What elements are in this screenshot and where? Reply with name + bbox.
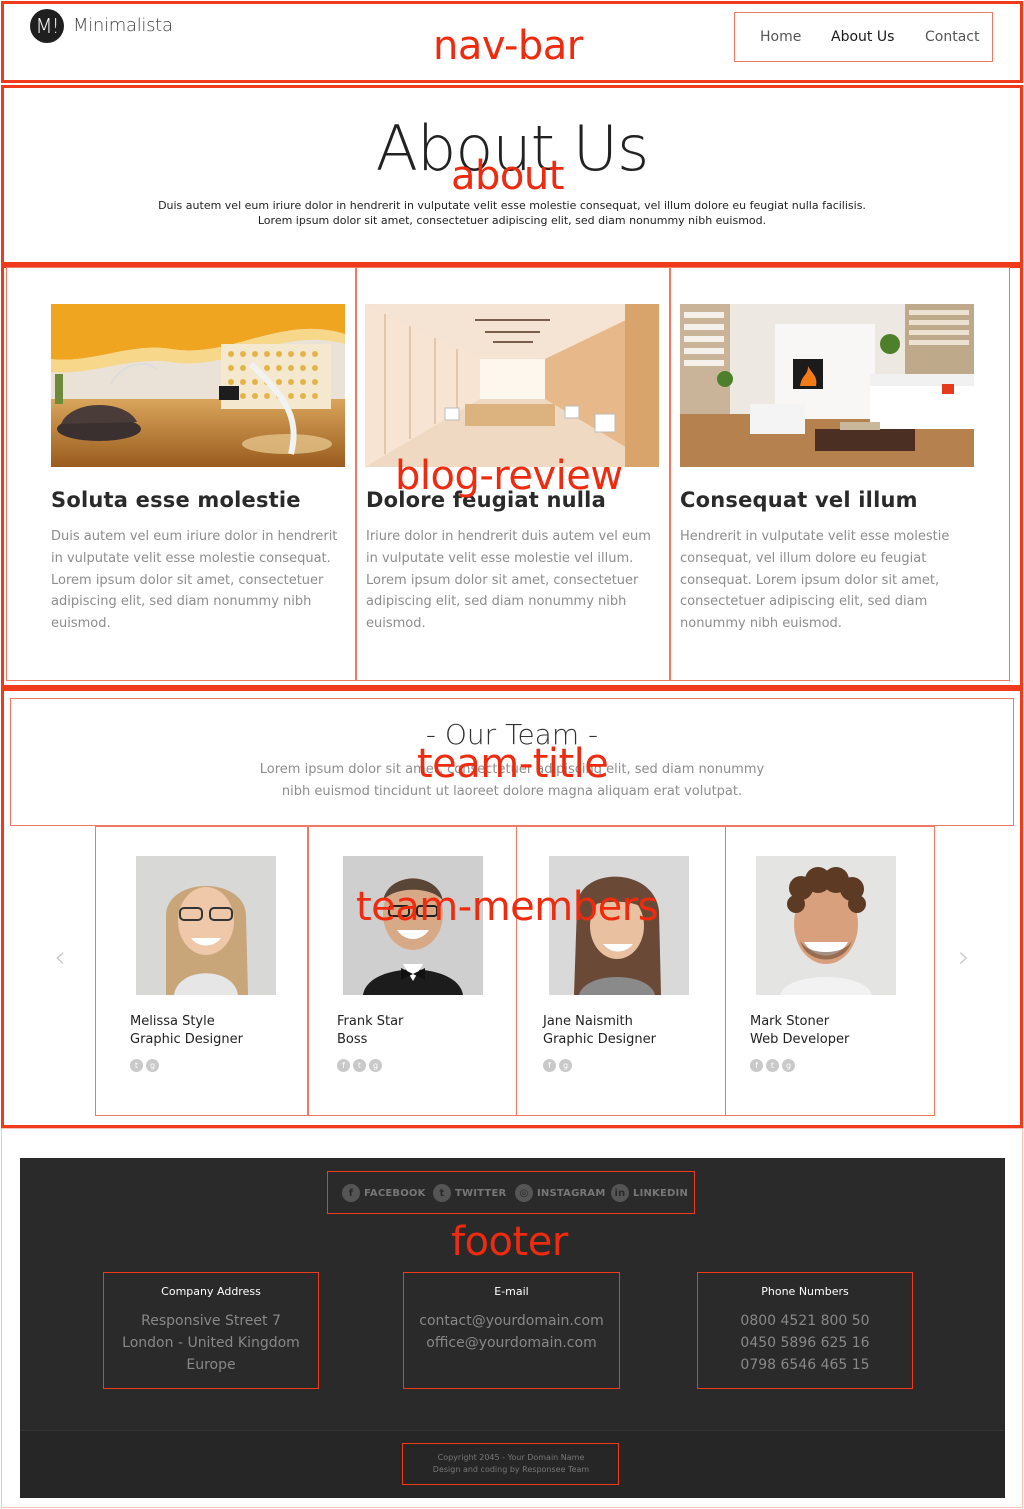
member-role: Graphic Designer [543,1032,656,1047]
facebook-icon[interactable]: f [337,1059,350,1072]
member-name: Mark Stoner [750,1014,830,1029]
twitter-icon[interactable]: t [130,1059,143,1072]
footer-social-label: LINKEDIN [633,1187,689,1199]
blog-image-1[interactable] [51,304,345,467]
avatar [136,856,276,995]
footer-address-line: Europe [186,1357,236,1373]
footer-social-label: TWITTER [455,1187,507,1199]
footer-social-label: INSTAGRAM [537,1187,606,1199]
copyright-line-2: Design and coding by Responsee Team [432,1465,590,1474]
nav-item-about-us[interactable]: About Us [831,29,894,45]
logo-text[interactable]: Minimalista [73,15,173,36]
footer-social-twitter[interactable]: t TWITTER [433,1184,506,1202]
footer-email-heading: E-mail [494,1285,529,1298]
facebook-icon: f [342,1184,360,1202]
footer-phone-heading: Phone Numbers [761,1285,849,1298]
team-intro-line-1: Lorem ipsum dolor sit amet, consectetuer… [259,762,765,777]
copyright-line-1: Copyright 2045 - Your Domain Name [437,1453,585,1462]
footer-address-heading: Company Address [161,1285,261,1298]
member-name: Frank Star [337,1014,404,1029]
footer-social-instagram[interactable]: ◎ INSTAGRAM [515,1184,605,1202]
member-name: Jane Naismith [543,1014,633,1029]
blog-title[interactable]: Soluta esse molestie [51,488,301,512]
page-title: About Us [375,112,650,185]
google-plus-icon[interactable]: g [369,1059,382,1072]
footer-social-linkedin[interactable]: in LINKEDIN [611,1184,688,1202]
avatar [343,856,483,995]
about-text-line-2: Lorem ipsum dolor sit amet, consectetuer… [257,214,767,227]
member-role: Graphic Designer [130,1032,243,1047]
footer-address-line: Responsive Street 7 [141,1313,281,1329]
footer-email-link[interactable]: contact@yourdomain.com [403,1313,620,1329]
member-role: Web Developer [750,1032,850,1047]
linkedin-icon: in [611,1184,629,1202]
instagram-icon: ◎ [515,1184,533,1202]
blog-excerpt: Duis autem vel eum iriure dolor in hendr… [51,529,338,632]
footer-phone-number: 0450 5896 625 16 [740,1335,870,1351]
footer-social-facebook[interactable]: f FACEBOOK [342,1184,426,1202]
copyright-box [402,1443,619,1485]
blog-image-3[interactable] [680,304,974,467]
blog-title[interactable]: Consequat vel illum [680,488,918,512]
avatar [549,856,689,995]
about-text-line-1: Duis autem vel eum iriure dolor in hendr… [158,199,866,212]
avatar [756,856,896,995]
footer-address-line: London - United Kingdom [122,1335,300,1351]
member-role: Boss [337,1032,368,1047]
facebook-icon[interactable]: f [543,1059,556,1072]
blog-title[interactable]: Dolore feugiat nulla [366,488,606,512]
blog-image-2[interactable] [365,304,659,467]
carousel-next-icon[interactable]: › [958,940,970,975]
twitter-icon[interactable]: t [353,1059,366,1072]
blog-excerpt: Hendrerit in vulputate velit esse molest… [680,529,950,632]
member-name: Melissa Style [130,1014,215,1029]
nav-item-contact[interactable]: Contact [925,29,979,45]
team-title: - Our Team - [425,718,599,751]
twitter-icon: t [433,1184,451,1202]
twitter-icon[interactable]: t [766,1059,779,1072]
nav-item-home[interactable]: Home [760,29,801,45]
footer-phone-number: 0800 4521 800 50 [740,1313,870,1329]
team-intro-line-2: nibh euismod tincidunt ut laoreet dolore… [281,784,743,799]
footer-social-label: FACEBOOK [364,1187,426,1199]
google-plus-icon[interactable]: g [782,1059,795,1072]
google-plus-icon[interactable]: g [146,1059,159,1072]
logo-mark[interactable]: M! [30,9,64,43]
blog-excerpt: Iriure dolor in hendrerit duis autem vel… [366,529,651,632]
footer-phone-number: 0798 6546 465 15 [740,1357,870,1373]
carousel-prev-icon[interactable]: ‹ [54,940,66,975]
facebook-icon[interactable]: f [750,1059,763,1072]
footer-email-link[interactable]: office@yourdomain.com [403,1335,620,1351]
google-plus-icon[interactable]: g [559,1059,572,1072]
